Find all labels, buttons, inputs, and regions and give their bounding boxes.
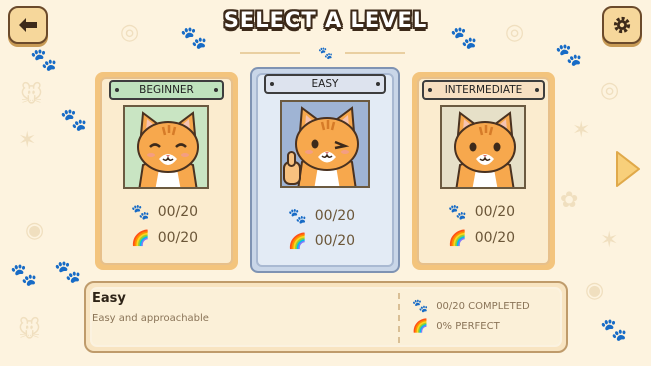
bell-decoration-icon: ◉ [585,278,605,303]
completed-stat: 🐾 00/20 COMPLETED [412,299,530,314]
paw-icon: 🐾 [448,203,467,221]
cat-portrait-beginner [123,105,209,189]
paw-progress: 🐾 00/20 [288,207,356,225]
paw-icon: 🐾 [131,203,150,221]
paw-decoration-icon: 🐾 [10,263,38,288]
paw-decoration-icon: 🐾 [30,48,58,73]
bell-decoration-icon: ◉ [25,218,45,243]
paw-icon: 🐾 [288,207,307,225]
level-card-intermediate[interactable]: INTERMEDIATE 🐾 00/20 🌈 00/20 [412,72,555,270]
paw-decoration-icon: 🐾 [555,43,583,68]
level-card-easy[interactable]: EASY 🐾 00/20 🌈 00/20 [250,67,400,273]
settings-button[interactable] [602,6,642,44]
level-label-intermediate: INTERMEDIATE [422,80,545,100]
paw-decoration-icon: 🐾 [600,318,628,343]
paw-progress: 🐾 00/20 [448,203,516,221]
level-label-beginner: BEGINNER [109,80,224,100]
rainbow-paw-icon: 🌈 [288,232,307,250]
paw-progress: 🐾 00/20 [131,203,199,221]
rainbow-progress: 🌈 00/20 [448,229,516,247]
level-details-panel: Easy Easy and approachable 🐾 00/20 COMPL… [84,281,568,353]
level-label-easy: EASY [264,74,386,94]
cat-face-decoration-icon: ✿ [560,188,579,213]
paw-icon: 🐾 [318,46,333,60]
page-title: SELECT A LEVEL [223,8,428,32]
title-divider [345,52,405,54]
rainbow-paw-icon: 🌈 [412,319,429,334]
paw-decoration-icon: 🐾 [54,260,82,285]
level-name: Easy [92,291,126,306]
fish-bone-decoration-icon: ✶ [18,128,37,153]
level-card-beginner[interactable]: BEGINNER 🐾 00/20 🌈 00/20 [95,72,238,270]
details-divider [398,293,400,343]
fish-bone-decoration-icon: ✶ [572,118,591,143]
level-description: Easy and approachable [92,313,209,324]
cat-portrait-easy [280,100,370,188]
gear-icon [613,16,631,34]
cat-portrait-intermediate [440,105,526,189]
rainbow-progress: 🌈 00/20 [288,232,356,250]
paw-icon: 🐾 [412,299,429,314]
rainbow-paw-icon: 🌈 [131,229,150,247]
chevron-right-icon [616,151,640,187]
rainbow-progress: 🌈 00/20 [131,229,199,247]
mouse-decoration-icon: 🐭 [18,318,41,343]
yarn-decoration-icon: ◎ [600,78,620,103]
rainbow-paw-icon: 🌈 [448,229,467,247]
paw-decoration-icon: 🐾 [60,108,88,133]
next-button[interactable] [614,150,642,188]
perfect-stat: 🌈 0% PERFECT [412,319,500,334]
fish-bone-decoration-icon: ✶ [600,228,619,253]
title-divider [240,52,300,54]
mouse-decoration-icon: 🐭 [20,83,43,108]
